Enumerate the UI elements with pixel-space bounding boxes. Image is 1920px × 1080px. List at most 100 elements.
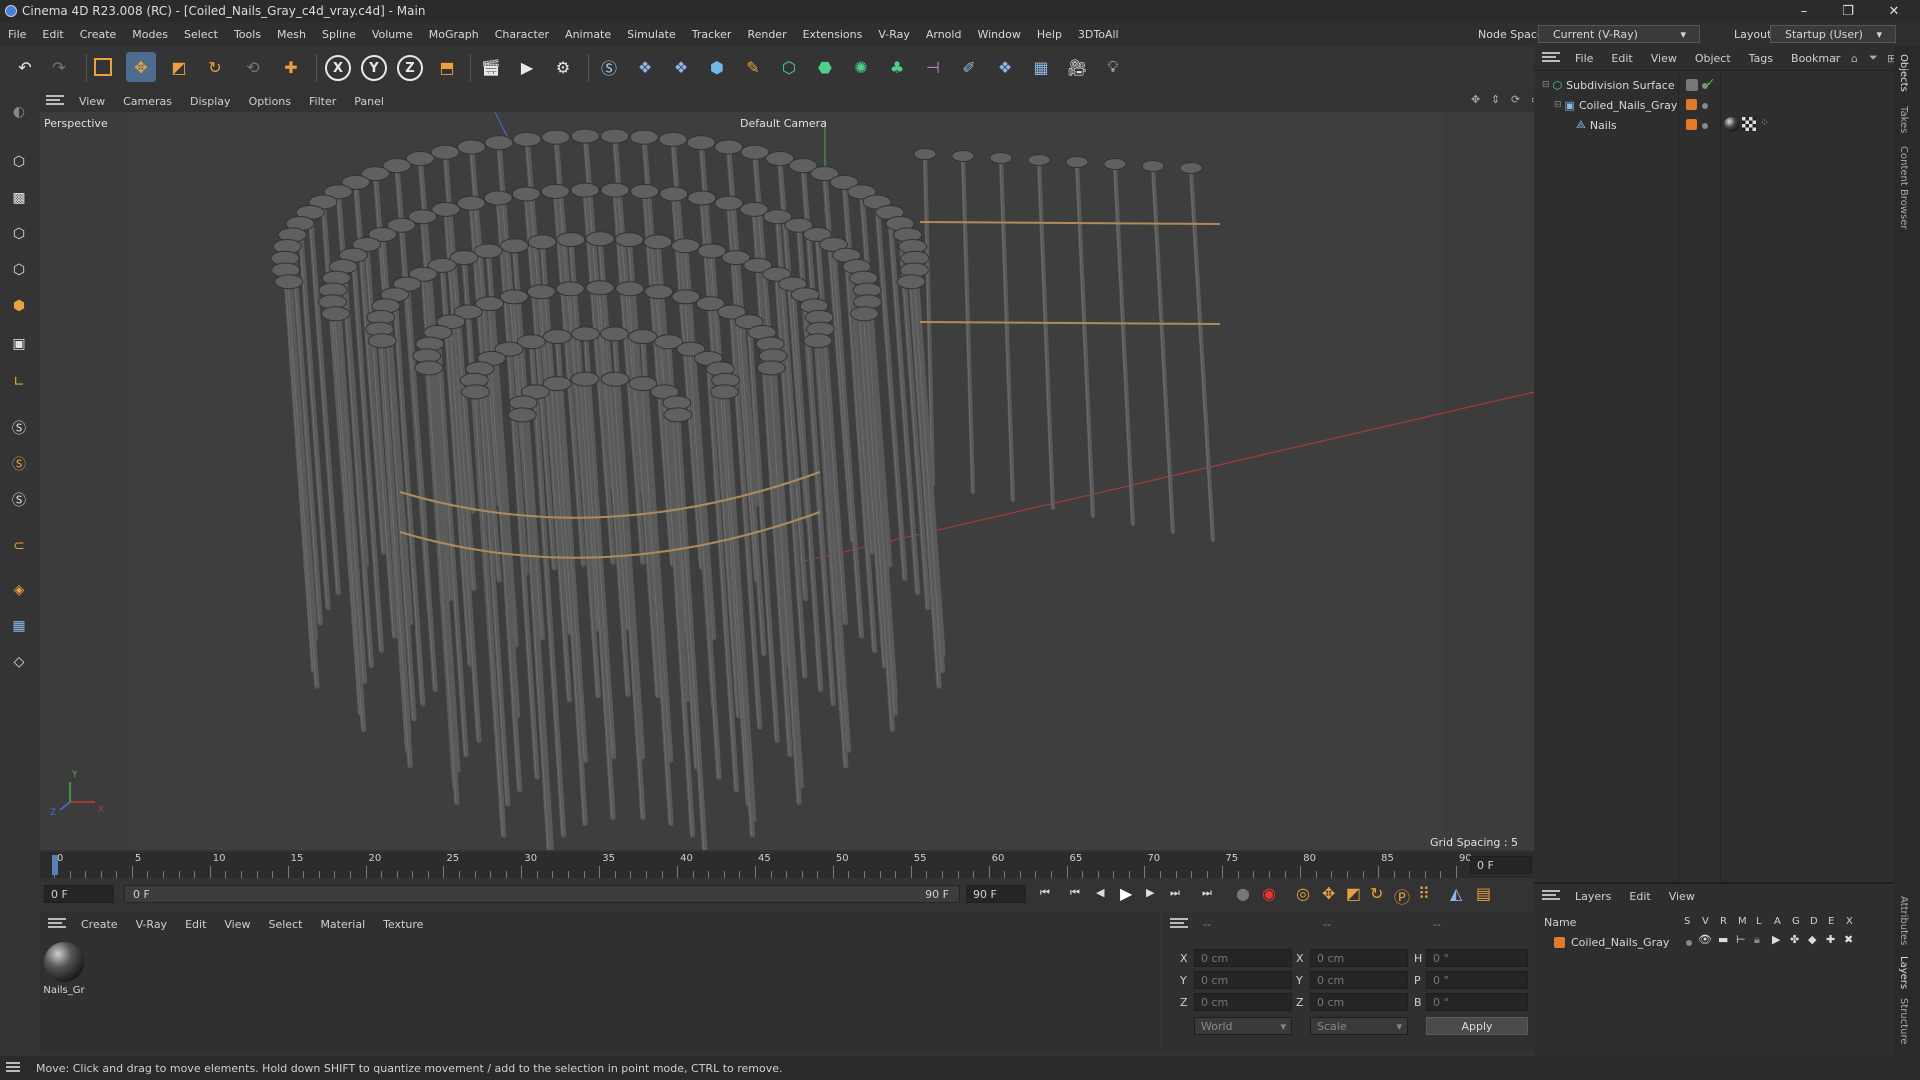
visibility-dot[interactable] [1702,123,1708,129]
mograph-cloner-button[interactable]: ✺ [846,52,876,82]
render-clapboard-icon[interactable]: ▬ [1718,933,1728,946]
status-hamburger-icon[interactable] [0,1061,28,1075]
uv-mode-button[interactable]: ▣ [5,330,33,358]
eye-icon[interactable]: 👁︎ [1698,933,1712,946]
next-frame-icon[interactable]: ▶ [1146,886,1154,899]
material-menu-create[interactable]: Create [72,918,127,931]
menu-window[interactable]: Window [969,28,1028,41]
object-row-subdivision-surface[interactable]: ⊟ ⬡ Subdivision Surface ✓ [1534,75,1894,95]
menu-create[interactable]: Create [72,28,125,41]
goto-start-icon[interactable]: ⏮ [1040,886,1050,900]
snap-button[interactable]: Ⓢ [5,414,33,442]
uvw-tag-icon[interactable] [1742,117,1756,131]
material-swatch[interactable]: Nails_Gr [42,942,86,1002]
python-script-2-button[interactable]: ❖ [666,52,696,82]
close-button[interactable]: ✕ [1872,0,1916,22]
menu-volume[interactable]: Volume [364,28,421,41]
recent-tools-button[interactable]: ⟲ [238,52,268,82]
objects-menu-edit[interactable]: Edit [1602,52,1641,65]
solo-dot[interactable] [1686,940,1692,946]
grid-button[interactable]: ▦ [5,612,33,640]
minimize-button[interactable]: – [1782,0,1826,22]
menu-tracker[interactable]: Tracker [684,28,740,41]
playhead[interactable] [52,855,58,875]
autokey-icon[interactable]: ◉ [1262,884,1276,903]
visibility-dot[interactable] [1702,103,1708,109]
end-frame-field[interactable]: 90 F [966,885,1026,903]
menu-animate[interactable]: Animate [557,28,619,41]
coord-space-select[interactable]: World ▾ [1194,1017,1292,1035]
objects-menu-file[interactable]: File [1566,52,1602,65]
x-axis-lock-button[interactable]: X [325,55,351,81]
tab-takes[interactable]: Takes [1898,106,1909,133]
material-menu-select[interactable]: Select [260,918,312,931]
viewport-menu-cameras[interactable]: Cameras [114,95,181,108]
menu-simulate[interactable]: Simulate [619,28,684,41]
pos-x-field[interactable]: 0 cm [1194,949,1292,967]
layer-color-swatch[interactable] [1686,79,1698,91]
material-menu-material[interactable]: Material [311,918,374,931]
object-row-nails[interactable]: ⟁ Nails ⁘ [1534,115,1894,135]
undo-button[interactable]: ↶ [10,52,40,82]
menu-mesh[interactable]: Mesh [269,28,314,41]
scale-tool-button[interactable]: ◩ [164,52,194,82]
key-position-icon[interactable]: ✥ [1322,884,1335,903]
pen-spline-button[interactable]: ✎ [738,52,768,82]
render-settings-button[interactable]: ⚙ [548,52,578,82]
redo-button[interactable]: ↷ [44,52,74,82]
collapse-icon[interactable]: ⊟ [1542,80,1550,90]
timeline-window-icon[interactable]: ▤ [1476,884,1491,903]
camera-button[interactable]: 🎥︎ [1062,52,1092,82]
material-menu-view[interactable]: View [215,918,259,931]
tab-structure[interactable]: Structure [1898,998,1909,1045]
material-menu-vray[interactable]: V-Ray [127,918,177,931]
field-button[interactable]: ⊣ [918,52,948,82]
magnet-button[interactable]: ⊂ [5,532,33,560]
workplane-snap-button[interactable]: Ⓢ [5,486,33,514]
light-button[interactable]: 💡︎ [1098,52,1128,82]
move-tool-button[interactable]: ✥ [126,52,156,82]
python-script-3-button[interactable]: ❖ [990,52,1020,82]
live-selection-button[interactable] [88,52,118,82]
enabled-check-icon[interactable]: ✓ [1706,76,1715,89]
next-key-icon[interactable]: ⏭ [1170,886,1180,900]
restore-button[interactable]: ❐ [1826,0,1870,22]
layer-color-swatch[interactable] [1686,119,1697,130]
snap-settings-button[interactable]: Ⓢ [5,450,33,478]
viewport-menu-panel[interactable]: Panel [345,95,393,108]
python-script-1-button[interactable]: ❖ [630,52,660,82]
key-pla-icon[interactable]: ⠿ [1418,884,1430,903]
motion-system-icon[interactable]: ◭ [1450,884,1462,903]
sketch-button[interactable]: ✐ [954,52,984,82]
pos-z-field[interactable]: 0 cm [1194,993,1292,1011]
layers-menu-layers[interactable]: Layers [1566,890,1620,903]
rotate-tool-button[interactable]: ↻ [200,52,230,82]
timeline-ruler[interactable]: 0 5 10 15 20 25 30 35 40 45 50 55 60 65 70 75 80 85 90 0 F [40,852,1534,878]
rot-p-field[interactable]: 0 ° [1426,971,1528,989]
objects-menu-object[interactable]: Object [1686,52,1740,65]
polygon-mode-button[interactable]: ⬢ [5,292,33,320]
menu-help[interactable]: Help [1029,28,1070,41]
render-picture-viewer-button[interactable]: ▶ [512,52,542,82]
layout-select[interactable]: Startup (User) ▾ [1770,25,1896,43]
rot-b-field[interactable]: 0 ° [1426,993,1528,1011]
objects-hamburger-icon[interactable] [1534,51,1566,65]
layers-menu-edit[interactable]: Edit [1620,890,1659,903]
animation-play-icon[interactable]: ▶ [1772,933,1780,946]
point-mode-button[interactable]: ⬡ [5,220,33,248]
create-object-button[interactable]: ✚ [276,52,306,82]
key-scale-icon[interactable]: ◩ [1346,884,1361,903]
menu-render[interactable]: Render [739,28,794,41]
menu-file[interactable]: File [0,28,34,41]
key-param-icon[interactable]: Ⓟ [1394,884,1410,908]
layers-menu-view[interactable]: View [1660,890,1704,903]
subdivision-button[interactable]: ⬡ [774,52,804,82]
material-menu-texture[interactable]: Texture [374,918,432,931]
edge-mode-button[interactable]: ⬡ [5,256,33,284]
floor-button[interactable]: ▦ [1026,52,1056,82]
menu-3dtoall[interactable]: 3DToAll [1070,28,1127,41]
coordinate-system-button[interactable]: ⬒ [432,52,462,82]
play-icon[interactable]: ▶ [1120,884,1132,903]
tab-content-browser[interactable]: Content Browser [1898,146,1909,229]
render-view-button[interactable]: 🎬︎ [476,52,506,82]
